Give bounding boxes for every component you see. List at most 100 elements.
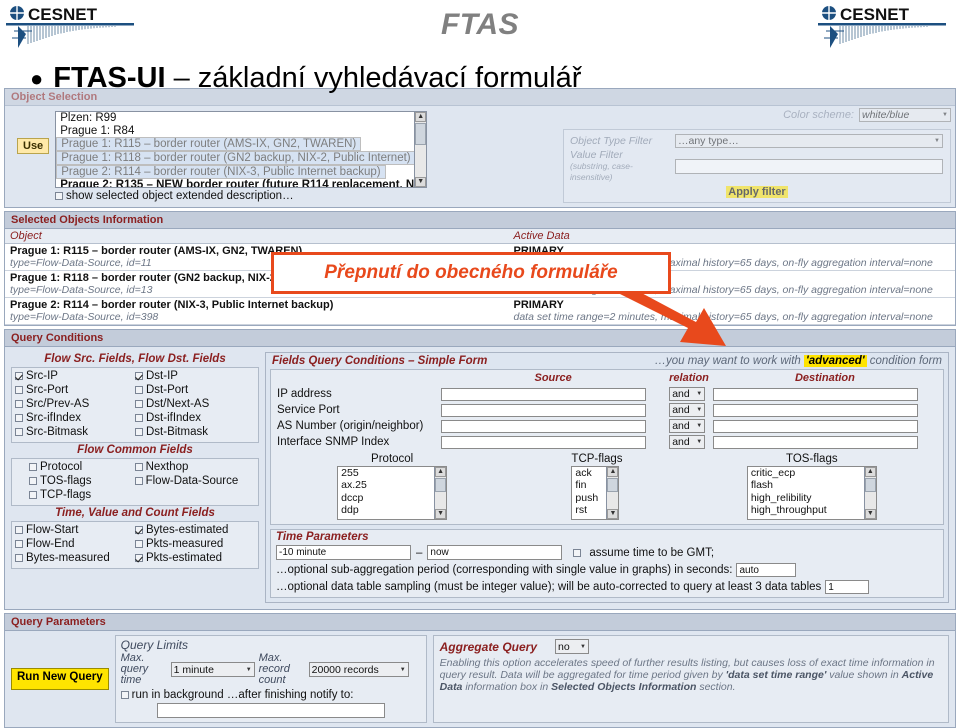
checkbox-box[interactable] (15, 540, 23, 548)
aggregate-query-select[interactable]: no ▼ (555, 639, 589, 654)
list-item[interactable]: Prague 2: R135 – NEW border router (futu… (56, 179, 426, 187)
time-to-input[interactable] (427, 545, 563, 560)
checkbox-box[interactable] (15, 414, 23, 422)
checkbox-box[interactable] (15, 400, 23, 408)
checkbox-box[interactable] (135, 400, 143, 408)
scroll-up-icon[interactable]: ▲ (607, 467, 619, 477)
checkbox-flow-data-source[interactable]: Flow-Data-Source (134, 474, 255, 488)
tcpflags-scrollbar[interactable]: ▲ ▼ (606, 467, 619, 519)
checkbox-box[interactable] (134, 463, 143, 471)
checkbox-box[interactable] (135, 414, 143, 422)
use-button[interactable]: Use (17, 138, 50, 154)
list-item[interactable]: Prague 1: R84 (56, 125, 426, 138)
service-port-source-input[interactable] (441, 403, 647, 417)
service-port-destination-input[interactable] (712, 403, 918, 417)
scroll-thumb[interactable] (435, 478, 447, 492)
checkbox-dst-bitmask[interactable]: Dst-Bitmask (135, 425, 255, 439)
checkbox-box[interactable] (15, 428, 23, 436)
checkbox-tos-flags[interactable]: TOS-flags (29, 474, 135, 488)
ip-address-relation-select[interactable]: and ▼ (669, 387, 706, 401)
scroll-down-icon[interactable]: ▼ (864, 509, 876, 519)
list-item[interactable]: Prague 2: R114 – border router (NIX-3, P… (56, 165, 386, 180)
run-new-query-button[interactable]: Run New Query (11, 668, 109, 690)
color-scheme-select[interactable]: white/blue ▼ (859, 108, 951, 122)
as-number-source-input[interactable] (441, 419, 647, 433)
scroll-up-icon[interactable]: ▲ (435, 467, 447, 477)
checkbox-nexthop[interactable]: Nexthop (134, 460, 255, 474)
checkbox-src-ifindex[interactable]: Src-ifIndex (15, 411, 135, 425)
snmp-index-destination-input[interactable] (712, 435, 918, 449)
time-from-input[interactable] (276, 545, 411, 560)
scroll-up-icon[interactable]: ▲ (415, 112, 427, 122)
service-port-relation-select[interactable]: and ▼ (669, 403, 706, 417)
tosflags-scrollbar[interactable]: ▲ ▼ (863, 467, 876, 519)
checkbox-box[interactable] (15, 372, 23, 380)
list-item[interactable]: dccp (338, 492, 446, 504)
scroll-up-icon[interactable]: ▲ (864, 467, 876, 477)
checkbox-box[interactable] (29, 463, 37, 471)
checkbox-flow-end[interactable]: Flow-End (15, 537, 135, 551)
scroll-down-icon[interactable]: ▼ (607, 509, 619, 519)
list-item[interactable]: ax.25 (338, 479, 446, 491)
checkbox-tcp-flags[interactable]: TCP-flags (29, 488, 135, 502)
checkbox-flow-start[interactable]: Flow-Start (15, 523, 135, 537)
checkbox-protocol[interactable]: Protocol (29, 460, 135, 474)
list-item[interactable]: Prague 1: R115 – border router (AMS-IX, … (56, 137, 362, 152)
list-item[interactable]: Plzen: R99 (56, 112, 426, 125)
protocol-listbox[interactable]: 255 ax.25 dccp ddp ▲ ▼ (337, 466, 448, 520)
listbox-scrollbar[interactable]: ▲ ▼ (414, 112, 427, 187)
snmp-index-source-input[interactable] (441, 435, 647, 449)
checkbox-dst-next-as[interactable]: Dst/Next-AS (135, 397, 255, 411)
list-item[interactable]: high_relibility (748, 492, 876, 504)
checkbox-box[interactable] (135, 372, 143, 380)
checkbox-src-bitmask[interactable]: Src-Bitmask (15, 425, 135, 439)
object-list[interactable]: Plzen: R99 Prague 1: R84 Prague 1: R115 … (56, 112, 426, 187)
checkbox-box[interactable] (135, 386, 143, 394)
tcpflags-listbox[interactable]: ack fin push rst ▲ ▼ (571, 466, 620, 520)
checkbox-dst-ip[interactable]: Dst-IP (135, 369, 255, 383)
checkbox-box[interactable] (135, 526, 143, 534)
list-item[interactable]: Prague 1: R118 – border router (GN2 back… (56, 151, 416, 166)
checkbox-box[interactable] (135, 554, 143, 562)
checkbox-box[interactable] (29, 491, 37, 499)
object-listbox[interactable]: Plzen: R99 Prague 1: R84 Prague 1: R115 … (55, 111, 428, 188)
checkbox-box[interactable] (15, 526, 23, 534)
protocol-scrollbar[interactable]: ▲ ▼ (434, 467, 447, 519)
ip-address-source-input[interactable] (441, 387, 647, 401)
checkbox-pkts-measured[interactable]: Pkts-measured (135, 537, 255, 551)
list-item[interactable]: flash (748, 479, 876, 491)
as-number-relation-select[interactable]: and ▼ (669, 419, 706, 433)
value-filter-input[interactable] (675, 159, 943, 174)
checkbox-box[interactable] (29, 477, 37, 485)
checkbox-box[interactable] (135, 428, 143, 436)
checkbox-box[interactable] (135, 540, 143, 548)
scroll-down-icon[interactable]: ▼ (415, 177, 427, 187)
object-type-filter-select[interactable]: …any type… ▼ (675, 134, 943, 148)
checkbox-box[interactable] (15, 386, 23, 394)
checkbox-box[interactable] (134, 477, 143, 485)
show-extended-checkbox[interactable] (55, 192, 63, 200)
checkbox-bytes-estimated[interactable]: Bytes-estimated (135, 523, 255, 537)
checkbox-bytes-measured[interactable]: Bytes-measured (15, 551, 135, 565)
scroll-thumb[interactable] (864, 478, 876, 492)
gmt-checkbox[interactable] (573, 548, 582, 557)
checkbox-pkts-estimated[interactable]: Pkts-estimated (135, 551, 255, 565)
advanced-link[interactable]: 'advanced' (804, 355, 867, 367)
apply-filter-button[interactable]: Apply filter (726, 186, 788, 198)
tosflags-listbox[interactable]: critic_ecp flash high_relibility high_th… (746, 466, 877, 520)
list-item[interactable]: high_throughput (748, 504, 876, 516)
checkbox-box[interactable] (15, 554, 23, 562)
notify-email-input[interactable] (156, 703, 385, 718)
checkbox-dst-ifindex[interactable]: Dst-ifIndex (135, 411, 255, 425)
scroll-thumb[interactable] (415, 123, 427, 145)
scroll-thumb[interactable] (607, 478, 619, 492)
checkbox-src-prev-as[interactable]: Src/Prev-AS (15, 397, 135, 411)
list-item[interactable]: ddp (338, 504, 446, 516)
scroll-down-icon[interactable]: ▼ (435, 509, 447, 519)
ip-address-destination-input[interactable] (712, 387, 918, 401)
checkbox-dst-port[interactable]: Dst-Port (135, 383, 255, 397)
subaggregation-input[interactable] (736, 563, 797, 577)
max-record-count-select[interactable]: 20000 records ▼ (308, 662, 409, 677)
list-item[interactable]: 255 (338, 467, 446, 479)
max-query-time-select[interactable]: 1 minute ▼ (170, 662, 255, 677)
